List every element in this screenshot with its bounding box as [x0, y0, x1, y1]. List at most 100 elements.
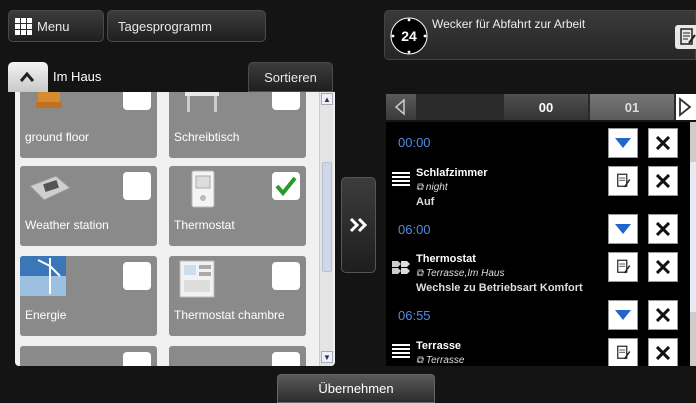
tile-label: Weather station	[25, 218, 109, 232]
device-tile-partial[interactable]	[20, 346, 157, 366]
triangle-right-icon	[679, 97, 692, 117]
tile-label: Thermostat chambre	[174, 308, 285, 322]
scroll-down-arrow-icon[interactable]: ▼	[321, 351, 333, 363]
right-scrollbar[interactable]	[690, 122, 696, 366]
checkmark-icon	[275, 176, 297, 196]
slot-time: 00:00	[398, 135, 431, 150]
device-tile-energie[interactable]: Energie	[20, 256, 157, 336]
desk-icon	[185, 92, 219, 112]
close-icon	[656, 136, 670, 150]
transfer-button[interactable]	[341, 177, 376, 273]
expand-slot-button[interactable]	[608, 214, 638, 244]
edit-note-icon	[617, 259, 631, 274]
clock-label: 24	[401, 28, 417, 44]
tile-checkbox[interactable]	[272, 92, 300, 110]
scrollbar-thumb[interactable]	[322, 162, 332, 272]
close-icon	[656, 260, 670, 274]
blue-down-triangle-icon	[615, 224, 631, 234]
double-chevron-right-icon	[349, 217, 367, 233]
expand-slot-button[interactable]	[608, 300, 638, 330]
hour-tabs: 00 01	[386, 94, 696, 120]
event-scope: ⧉ Terrasse,Im Haus	[416, 268, 505, 279]
edit-event-button[interactable]	[608, 166, 638, 196]
delete-event-button[interactable]	[648, 166, 678, 196]
close-icon	[656, 174, 670, 188]
energy-icon	[20, 256, 66, 296]
event-action: Auf	[416, 196, 435, 208]
scrollbar-thumb[interactable]	[690, 162, 696, 312]
event-action: Wechsle zu Betriebsart Komfort	[416, 282, 583, 294]
device-tile-weather-station[interactable]: Weather station	[20, 166, 157, 246]
floor-icon	[36, 92, 62, 108]
schedule-list: 00:00 Schlafzimmer ⧉ night Auf 06:00 The…	[386, 122, 696, 366]
heating-icon	[392, 261, 410, 274]
weather-station-icon	[29, 175, 71, 201]
previous-hour-button[interactable]	[386, 94, 416, 120]
event-scope: ⧉ night	[416, 182, 448, 193]
delete-slot-button[interactable]	[648, 128, 678, 158]
blue-down-triangle-icon	[615, 310, 631, 320]
clock-24-icon: 24	[390, 17, 428, 55]
tab-hour-01[interactable]: 01	[590, 94, 674, 120]
tile-label: ground floor	[25, 130, 90, 144]
blinds-icon	[392, 172, 410, 186]
event-scope: ⧉ Terrasse	[416, 355, 465, 366]
tile-label: Thermostat	[174, 218, 235, 232]
tile-checkbox[interactable]	[272, 262, 300, 290]
tab-hour-00[interactable]: 00	[504, 94, 588, 120]
tile-label: Schreibtisch	[174, 130, 240, 144]
triangle-left-icon	[394, 98, 405, 116]
chevron-up-icon	[20, 72, 34, 82]
sort-label: Sortieren	[264, 69, 317, 85]
scroll-up-arrow-icon[interactable]: ▲	[321, 93, 333, 105]
tile-checkbox[interactable]	[123, 172, 151, 200]
sort-button[interactable]: Sortieren	[248, 62, 333, 92]
event-title: Thermostat	[416, 253, 476, 265]
edit-alarm-button[interactable]	[675, 25, 696, 49]
thermostat-icon	[191, 170, 215, 208]
delete-slot-button[interactable]	[648, 214, 678, 244]
room-header: Im Haus Sortieren	[8, 62, 333, 92]
tile-checkbox-checked[interactable]	[272, 172, 300, 200]
slot-time: 06:00	[398, 222, 431, 237]
slot-time: 06:55	[398, 308, 431, 323]
edit-note-icon	[617, 173, 631, 188]
edit-event-button[interactable]	[608, 338, 638, 366]
day-program-label: Tagesprogramm	[118, 18, 212, 34]
device-grid: ground floor Schreibtisch Weather statio…	[15, 92, 335, 366]
close-icon	[656, 308, 670, 322]
device-tile-schreibtisch[interactable]: Schreibtisch	[169, 92, 306, 158]
close-icon	[656, 346, 670, 360]
alarm-title: Wecker für Abfahrt zur Arbeit	[432, 17, 586, 31]
blinds-icon	[392, 344, 410, 358]
tile-checkbox[interactable]	[123, 262, 151, 290]
apply-button[interactable]: Übernehmen	[277, 374, 435, 403]
collapse-button[interactable]	[8, 62, 48, 92]
tile-checkbox[interactable]	[123, 352, 151, 366]
apply-label: Übernehmen	[318, 381, 394, 396]
device-tile-partial[interactable]	[169, 346, 306, 366]
day-program-tab[interactable]: Tagesprogramm	[107, 10, 266, 42]
tile-checkbox[interactable]	[123, 92, 151, 110]
edit-note-icon	[680, 28, 696, 45]
delete-slot-button[interactable]	[648, 300, 678, 330]
tile-label: Energie	[25, 308, 67, 322]
expand-slot-button[interactable]	[608, 128, 638, 158]
device-tile-thermostat[interactable]: Thermostat	[169, 166, 306, 246]
device-tile-thermostat-chambre[interactable]: Thermostat chambre	[169, 256, 306, 336]
device-tile-ground-floor[interactable]: ground floor	[20, 92, 157, 158]
tile-checkbox[interactable]	[272, 352, 300, 366]
menu-button[interactable]: Menu	[8, 10, 104, 42]
room-title: Im Haus	[53, 69, 102, 84]
event-title: Schlafzimmer	[416, 167, 488, 179]
event-title: Terrasse	[416, 340, 462, 352]
alarm-header: 24 Wecker für Abfahrt zur Arbeit	[384, 10, 696, 60]
menu-grid-icon	[15, 17, 32, 35]
next-hour-button[interactable]	[676, 94, 696, 120]
close-icon	[656, 222, 670, 236]
thermostat-panel-icon	[179, 260, 215, 298]
edit-event-button[interactable]	[608, 252, 638, 282]
delete-event-button[interactable]	[648, 338, 678, 366]
delete-event-button[interactable]	[648, 252, 678, 282]
left-scrollbar[interactable]: ▲ ▼	[319, 92, 333, 366]
